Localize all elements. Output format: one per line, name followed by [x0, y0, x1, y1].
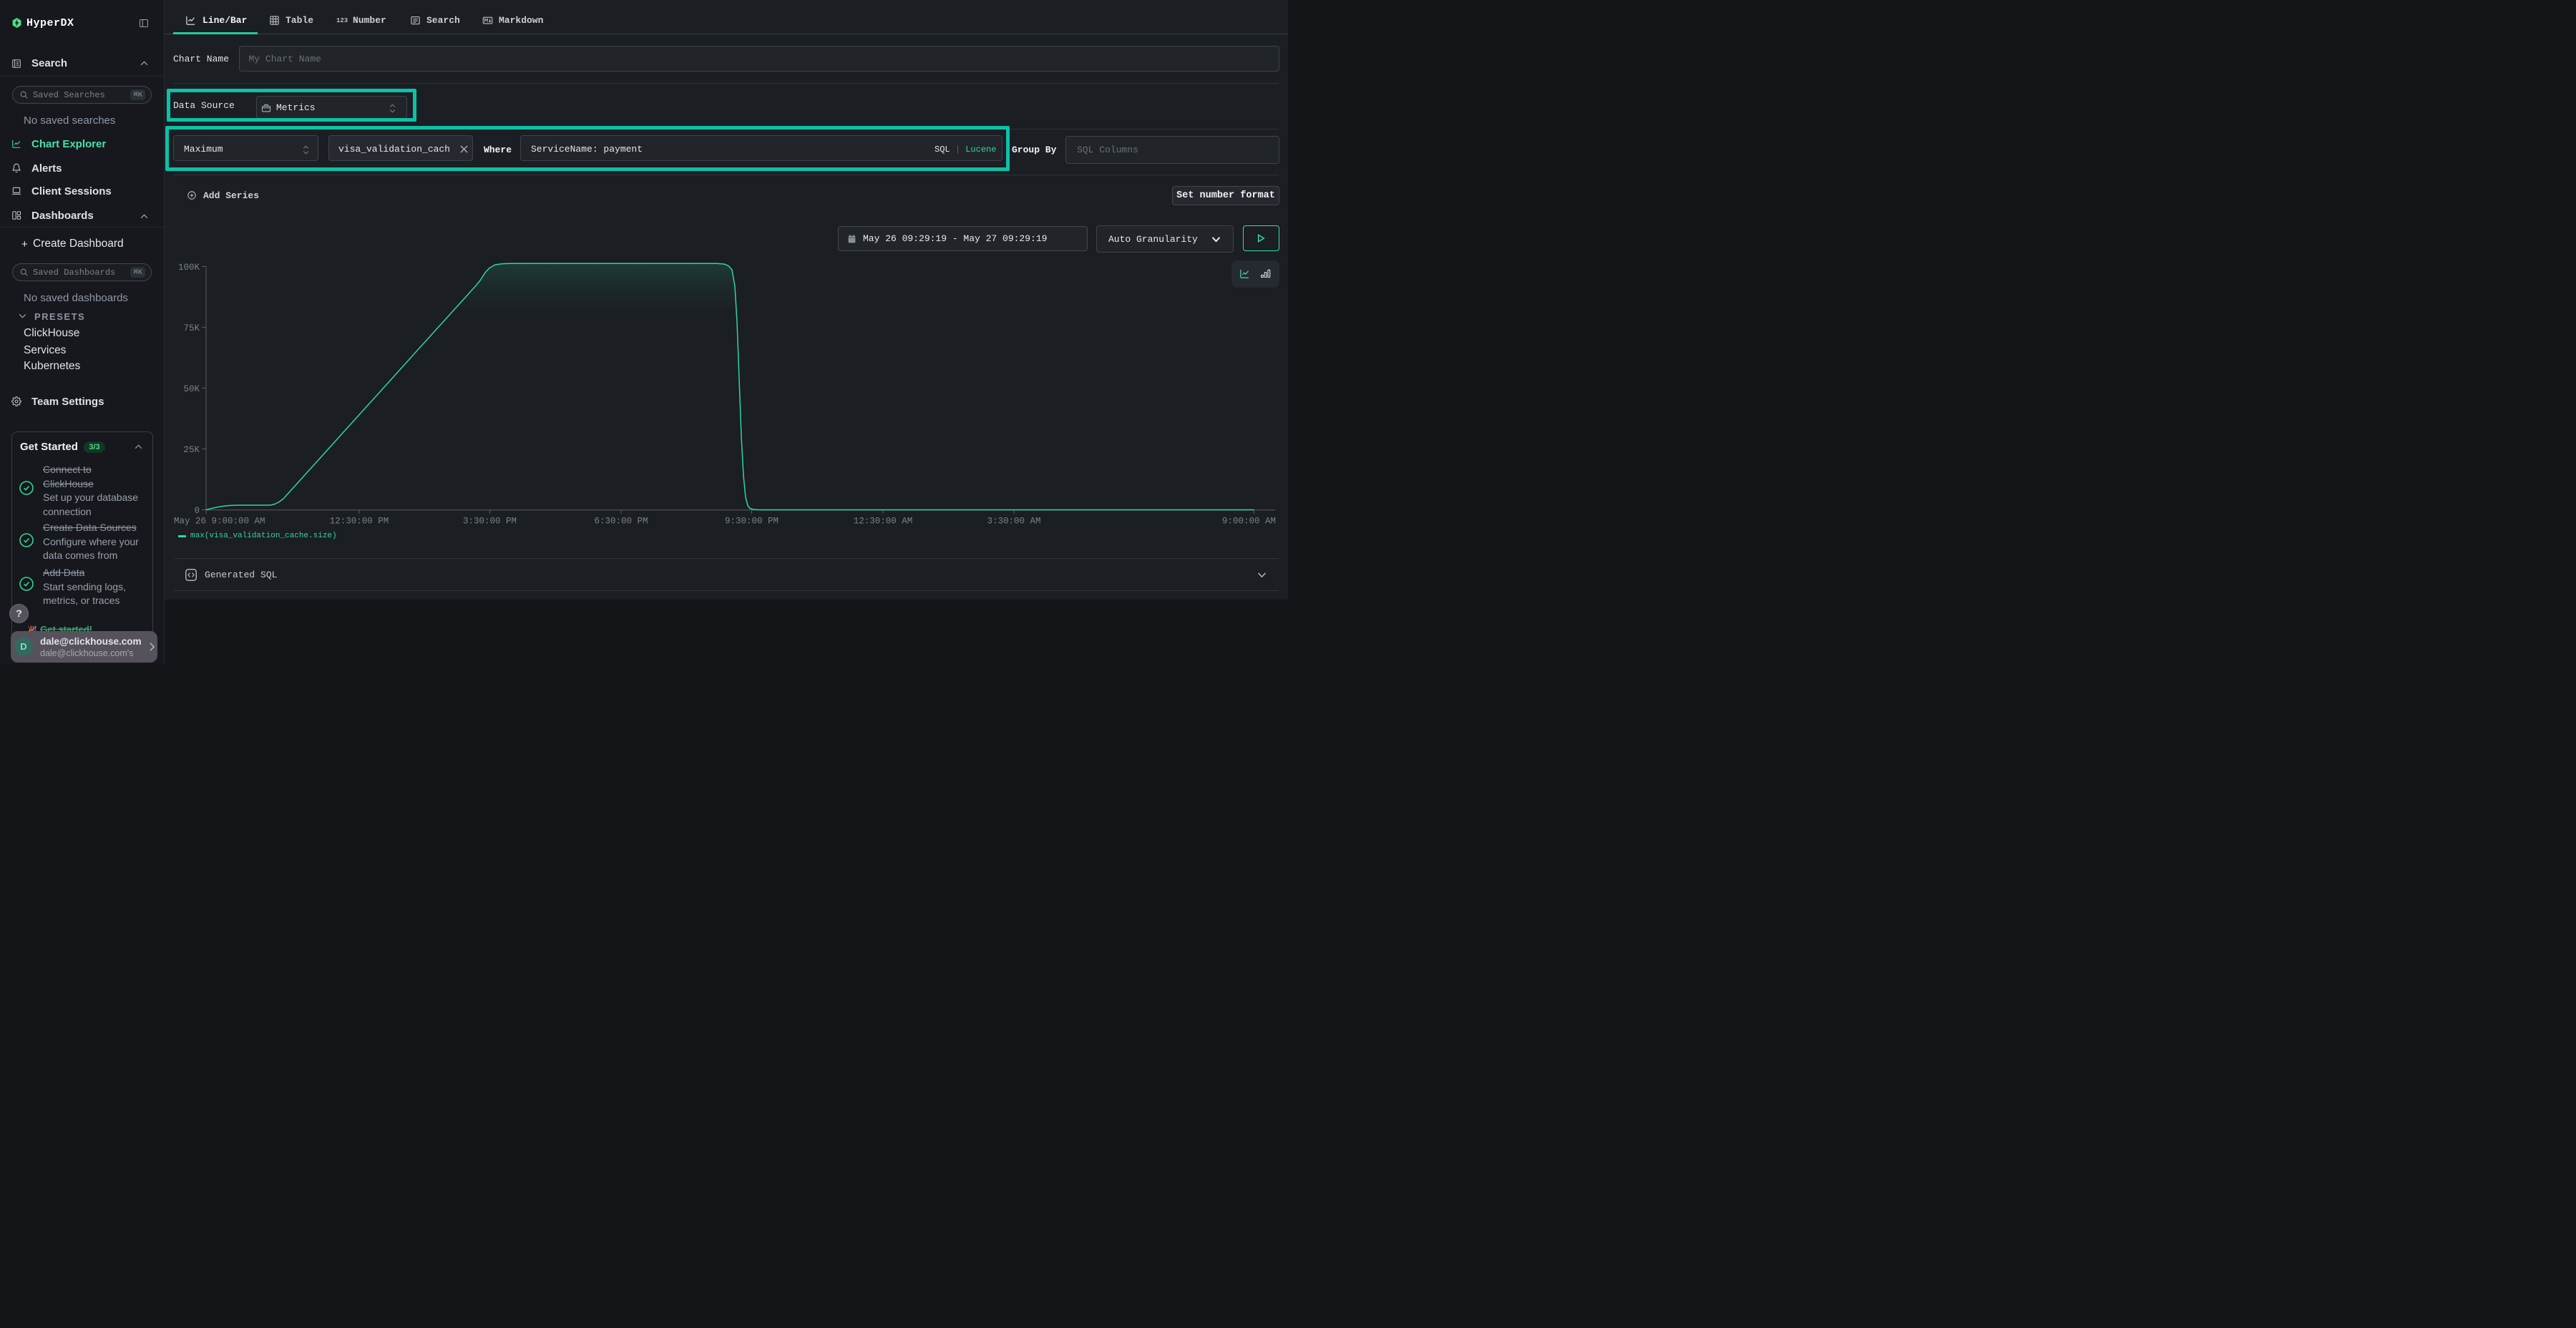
- svg-text:12:30:00 AM: 12:30:00 AM: [854, 517, 913, 527]
- svg-text:75K: 75K: [183, 323, 200, 333]
- svg-text:3:30:00 AM: 3:30:00 AM: [987, 517, 1040, 527]
- svg-text:6:30:00 PM: 6:30:00 PM: [594, 517, 648, 527]
- svg-text:25K: 25K: [183, 445, 200, 455]
- svg-text:12:30:00 PM: 12:30:00 PM: [330, 517, 389, 527]
- svg-text:0: 0: [194, 506, 200, 516]
- svg-text:50K: 50K: [183, 384, 200, 394]
- svg-text:100K: 100K: [178, 263, 200, 273]
- svg-text:May 26 9:00:00 AM: May 26 9:00:00 AM: [174, 517, 265, 527]
- svg-text:9:00:00 AM: 9:00:00 AM: [1222, 517, 1276, 527]
- svg-text:3:30:00 PM: 3:30:00 PM: [463, 517, 517, 527]
- svg-text:9:30:00 PM: 9:30:00 PM: [725, 517, 779, 527]
